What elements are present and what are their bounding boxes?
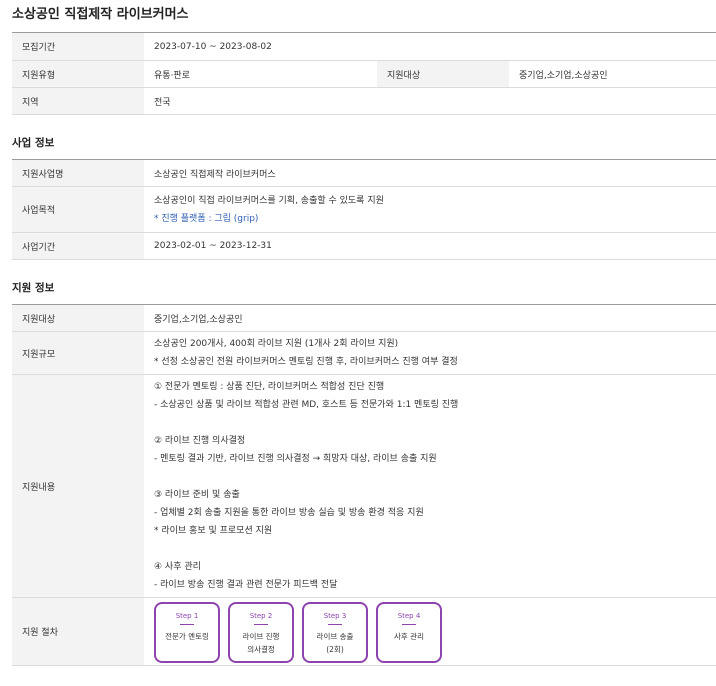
step-divider: [180, 624, 194, 625]
support-content-label: 지원내용: [12, 374, 144, 598]
content-line: - 멘토링 결과 기반, 라이브 진행 의사결정 → 희망자 대상, 라이브 송…: [154, 454, 437, 464]
business-row-purpose: 사업목적 소상공인이 직접 라이브커머스를 기획, 송출할 수 있도록 지원 *…: [12, 186, 716, 233]
procedure-step-2: Step 2 라이브 진행 의사결정: [228, 602, 294, 663]
support-scale-value: 소상공인 200개사, 400회 라이브 지원 (1개사 2회 라이브 지원) …: [144, 331, 716, 375]
region-label: 지역: [12, 87, 144, 115]
business-section-title: 사업 정보: [12, 137, 55, 149]
business-row-name: 지원사업명 소상공인 직접제작 라이브커머스: [12, 159, 716, 187]
target-value: 중기업,소기업,소상공인: [509, 60, 716, 88]
region-value: 전국: [144, 87, 716, 115]
step-label: Step 1: [175, 612, 199, 620]
support-content-value: ① 전문가 멘토링 : 상품 진단, 라이브커머스 적합성 진단 진행 - 소상…: [144, 374, 716, 598]
content-line: * 라이브 홍보 및 프로모션 지원: [154, 526, 273, 536]
support-table: 지원대상 중기업,소기업,소상공인 지원규모 소상공인 200개사, 400회 …: [12, 304, 716, 666]
business-name-label: 지원사업명: [12, 159, 144, 187]
content-line: [154, 468, 706, 486]
content-line: - 업체별 2회 송출 지원을 통한 라이브 방송 실습 및 방송 환경 적응 …: [154, 508, 424, 518]
support-procedure-value: Step 1 전문가 멘토링 Step 2 라이브 진행 의사결정 Step 3: [144, 597, 716, 666]
step-text: (2회): [326, 645, 344, 654]
scale-line: 소상공인 200개사, 400회 라이브 지원 (1개사 2회 라이브 지원): [154, 339, 399, 349]
content-line: [154, 414, 706, 432]
support-procedure-label: 지원 절차: [12, 597, 144, 666]
business-row-period: 사업기간 2023-02-01 ~ 2023-12-31: [12, 232, 716, 260]
page-title: 소상공인 직접제작 라이브커머스: [12, 7, 189, 22]
summary-table: 모집기간 2023-07-10 ~ 2023-08-02 지원유형 유통·판로 …: [12, 32, 716, 115]
business-table: 지원사업명 소상공인 직접제작 라이브커머스 사업목적 소상공인이 직접 라이브…: [12, 159, 716, 260]
step-text: 의사결정: [247, 645, 275, 654]
support-scale-label: 지원규모: [12, 331, 144, 375]
procedure-step-1: Step 1 전문가 멘토링: [154, 602, 220, 663]
step-label: Step 2: [249, 612, 273, 620]
content-line: - 소상공인 상품 및 라이브 적합성 관련 MD, 호스트 등 전문가와 1:…: [154, 400, 459, 410]
step-label: Step 4: [397, 612, 421, 620]
business-purpose-value: 소상공인이 직접 라이브커머스를 기획, 송출할 수 있도록 지원 * 진행 플…: [144, 186, 716, 233]
procedure-step-4: Step 4 사후 관리: [376, 602, 442, 663]
support-row-procedure: 지원 절차 Step 1 전문가 멘토링 Step 2 라이브 진행 의사결정: [12, 597, 716, 666]
purpose-line: 소상공인이 직접 라이브커머스를 기획, 송출할 수 있도록 지원: [154, 195, 384, 206]
support-row-target: 지원대상 중기업,소기업,소상공인: [12, 304, 716, 332]
type-value: 유통·판로: [144, 60, 377, 88]
step-divider: [254, 624, 268, 625]
support-section-title: 지원 정보: [12, 282, 55, 294]
business-period-label: 사업기간: [12, 232, 144, 260]
support-target-value: 중기업,소기업,소상공인: [144, 304, 716, 332]
business-purpose-label: 사업목적: [12, 186, 144, 233]
business-period-value: 2023-02-01 ~ 2023-12-31: [144, 232, 716, 260]
step-label: Step 3: [323, 612, 347, 620]
page-container: 소상공인 직접제작 라이브커머스 모집기간 2023-07-10 ~ 2023-…: [0, 0, 716, 666]
content-line: ④ 사후 관리: [154, 562, 201, 572]
step-divider: [328, 624, 342, 625]
step-text: 라이브 송출: [316, 632, 354, 641]
target-label: 지원대상: [377, 60, 509, 88]
procedure-step-3: Step 3 라이브 송출 (2회): [302, 602, 368, 663]
step-divider: [402, 624, 416, 625]
procedure-steps: Step 1 전문가 멘토링 Step 2 라이브 진행 의사결정 Step 3: [154, 600, 706, 663]
content-line: ① 전문가 멘토링 : 상품 진단, 라이브커머스 적합성 진단 진행: [154, 382, 385, 392]
type-label: 지원유형: [12, 60, 144, 88]
summary-row-region: 지역 전국: [12, 87, 716, 115]
content-line: - 라이브 방송 진행 결과 관련 전문가 피드백 전달: [154, 580, 338, 590]
support-row-content: 지원내용 ① 전문가 멘토링 : 상품 진단, 라이브커머스 적합성 진단 진행…: [12, 374, 716, 598]
scale-note: * 선정 소상공인 전원 라이브커머스 멘토링 진행 후, 라이브커머스 진행 …: [154, 357, 458, 367]
content-line: ③ 라이브 준비 및 송출: [154, 490, 240, 500]
support-target-label: 지원대상: [12, 304, 144, 332]
period-value: 2023-07-10 ~ 2023-08-02: [144, 32, 716, 61]
step-text: 라이브 진행: [242, 632, 280, 641]
content-line: [154, 540, 706, 558]
content-line: ② 라이브 진행 의사결정: [154, 436, 246, 446]
business-name-value: 소상공인 직접제작 라이브커머스: [144, 159, 716, 187]
step-text: 사후 관리: [394, 632, 424, 641]
support-row-scale: 지원규모 소상공인 200개사, 400회 라이브 지원 (1개사 2회 라이브…: [12, 331, 716, 375]
summary-row-type: 지원유형 유통·판로 지원대상 중기업,소기업,소상공인: [12, 60, 716, 88]
platform-note: * 진행 플랫폼 : 그립 (grip): [154, 213, 259, 224]
period-label: 모집기간: [12, 32, 144, 61]
summary-row-period: 모집기간 2023-07-10 ~ 2023-08-02: [12, 32, 716, 61]
step-text: 전문가 멘토링: [165, 632, 209, 641]
